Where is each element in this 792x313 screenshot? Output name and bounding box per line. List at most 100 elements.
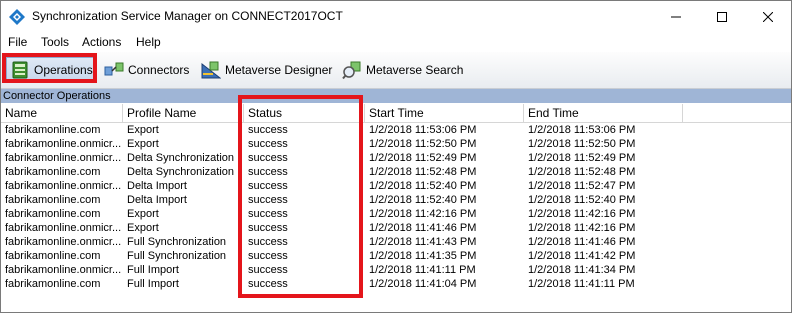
minimize-icon: [671, 16, 681, 17]
cell-end-time: 1/2/2018 11:41:11 PM: [528, 278, 635, 290]
toolbar: Operations Connectors Metaverse Designer: [1, 52, 791, 89]
cell-status: success: [248, 180, 288, 192]
cell-profile-name: Export: [127, 222, 159, 234]
metaverse-designer-icon: [201, 61, 221, 79]
cell-status: success: [248, 264, 288, 276]
operations-label: Operations: [34, 63, 93, 77]
menu-help[interactable]: Help: [134, 35, 163, 49]
table-row[interactable]: fabrikamonline.onmicr... Export success 1/2…: [1, 221, 791, 235]
table-row[interactable]: fabrikamonline.com Export success 1/2/2018 …: [1, 123, 791, 137]
cell-status: success: [248, 250, 288, 262]
column-header-start-time[interactable]: Start Time: [365, 104, 524, 122]
cell-status: success: [248, 278, 288, 290]
metaverse-designer-button[interactable]: Metaverse Designer: [201, 57, 332, 83]
cell-end-time: 1/2/2018 11:52:40 PM: [528, 194, 636, 206]
cell-end-time: 1/2/2018 11:53:06 PM: [528, 124, 636, 136]
cell-profile-name: Full Synchronization: [127, 250, 227, 262]
cell-end-time: 1/2/2018 11:42:16 PM: [528, 208, 636, 220]
cell-start-time: 1/2/2018 11:41:35 PM: [369, 250, 477, 262]
close-button[interactable]: [745, 1, 791, 32]
connectors-button[interactable]: Connectors: [104, 57, 189, 83]
column-header-status[interactable]: Status: [244, 104, 365, 122]
table-row[interactable]: fabrikamonline.com Full Import success 1/2/…: [1, 277, 791, 291]
table-row[interactable]: fabrikamonline.onmicr... Export success 1/2…: [1, 137, 791, 151]
operations-table-body: fabrikamonline.com Export success 1/2/2018 …: [1, 123, 791, 291]
cell-start-time: 1/2/2018 11:53:06 PM: [369, 124, 477, 136]
app-window: Synchronization Service Manager on CONNE…: [0, 0, 792, 313]
table-row[interactable]: fabrikamonline.onmicr... Full Synchroniza…: [1, 235, 791, 249]
cell-profile-name: Full Import: [127, 264, 179, 276]
cell-name: fabrikamonline.onmicr...: [5, 138, 122, 150]
cell-name: fabrikamonline.onmicr...: [5, 180, 122, 192]
table-row[interactable]: fabrikamonline.onmicr... Delta Import succ…: [1, 179, 791, 193]
table-header: Name Profile Name Status Start Time End …: [1, 104, 791, 123]
cell-name: fabrikamonline.com: [5, 194, 101, 206]
cell-name: fabrikamonline.onmicr...: [5, 152, 122, 164]
table-row[interactable]: fabrikamonline.onmicr... Full Import succe…: [1, 263, 791, 277]
table-row[interactable]: fabrikamonline.com Full Synchronization su…: [1, 249, 791, 263]
table-row[interactable]: fabrikamonline.onmicr... Delta Synchroniz…: [1, 151, 791, 165]
minimize-button[interactable]: [653, 1, 699, 32]
connectors-icon: [104, 62, 124, 76]
cell-profile-name: Delta Synchronization: [127, 152, 235, 164]
cell-name: fabrikamonline.onmicr...: [5, 264, 122, 276]
window-title: Synchronization Service Manager on CONNE…: [32, 9, 343, 23]
cell-end-time: 1/2/2018 11:52:50 PM: [528, 138, 636, 150]
cell-name: fabrikamonline.com: [5, 250, 101, 262]
cell-name: fabrikamonline.onmicr...: [5, 222, 122, 234]
cell-profile-name: Export: [127, 124, 159, 136]
close-icon: [763, 11, 773, 22]
maximize-icon: [717, 11, 727, 22]
cell-profile-name: Delta Import: [127, 180, 187, 192]
cell-end-time: 1/2/2018 11:52:49 PM: [528, 152, 636, 164]
cell-name: fabrikamonline.com: [5, 124, 101, 136]
cell-profile-name: Full Synchronization: [127, 236, 227, 248]
cell-status: success: [248, 222, 288, 234]
cell-start-time: 1/2/2018 11:52:40 PM: [369, 180, 477, 192]
cell-start-time: 1/2/2018 11:52:50 PM: [369, 138, 477, 150]
table-row[interactable]: fabrikamonline.com Delta Import success 1/2…: [1, 193, 791, 207]
cell-start-time: 1/2/2018 11:52:40 PM: [369, 194, 477, 206]
operations-icon: [12, 61, 28, 79]
cell-profile-name: Delta Import: [127, 194, 187, 206]
title-bar[interactable]: Synchronization Service Manager on CONNE…: [1, 1, 791, 32]
cell-profile-name: Export: [127, 208, 159, 220]
cell-status: success: [248, 124, 288, 136]
cell-end-time: 1/2/2018 11:52:48 PM: [528, 166, 636, 178]
table-row[interactable]: fabrikamonline.com Delta Synchronization s…: [1, 165, 791, 179]
cell-status: success: [248, 194, 288, 206]
maximize-button[interactable]: [699, 1, 745, 32]
cell-profile-name: Full Import: [127, 278, 179, 290]
cell-profile-name: Delta Synchronization: [127, 166, 235, 178]
cell-start-time: 1/2/2018 11:52:49 PM: [369, 152, 477, 164]
cell-start-time: 1/2/2018 11:42:16 PM: [369, 208, 477, 220]
metaverse-search-icon: [342, 61, 361, 80]
cell-profile-name: Export: [127, 138, 159, 150]
sync-service-app-icon: [9, 9, 25, 25]
cell-start-time: 1/2/2018 11:41:04 PM: [369, 278, 477, 290]
connector-operations-header: Connector Operations: [1, 89, 791, 103]
column-header-profile-name[interactable]: Profile Name: [123, 104, 244, 122]
column-header-name[interactable]: Name: [1, 104, 123, 122]
cell-start-time: 1/2/2018 11:52:48 PM: [369, 166, 477, 178]
cell-status: success: [248, 208, 288, 220]
column-header-end-time[interactable]: End Time: [524, 104, 683, 122]
operations-button[interactable]: Operations: [6, 57, 94, 83]
metaverse-designer-label: Metaverse Designer: [225, 63, 333, 77]
cell-start-time: 1/2/2018 11:41:11 PM: [369, 264, 476, 276]
cell-status: success: [248, 152, 288, 164]
menu-tools[interactable]: Tools: [39, 35, 71, 49]
cell-end-time: 1/2/2018 11:41:34 PM: [528, 264, 636, 276]
cell-status: success: [248, 138, 288, 150]
connectors-label: Connectors: [128, 63, 190, 77]
cell-end-time: 1/2/2018 11:42:16 PM: [528, 222, 636, 234]
menu-actions[interactable]: Actions: [80, 35, 123, 49]
menu-file[interactable]: File: [6, 35, 29, 49]
menu-bar: File Tools Actions Help: [1, 32, 791, 52]
table-row[interactable]: fabrikamonline.com Export success 1/2/2018 …: [1, 207, 791, 221]
cell-start-time: 1/2/2018 11:41:46 PM: [369, 222, 477, 234]
cell-end-time: 1/2/2018 11:41:46 PM: [528, 236, 636, 248]
cell-name: fabrikamonline.com: [5, 208, 101, 220]
cell-end-time: 1/2/2018 11:52:47 PM: [528, 180, 636, 192]
metaverse-search-button[interactable]: Metaverse Search: [342, 57, 463, 83]
